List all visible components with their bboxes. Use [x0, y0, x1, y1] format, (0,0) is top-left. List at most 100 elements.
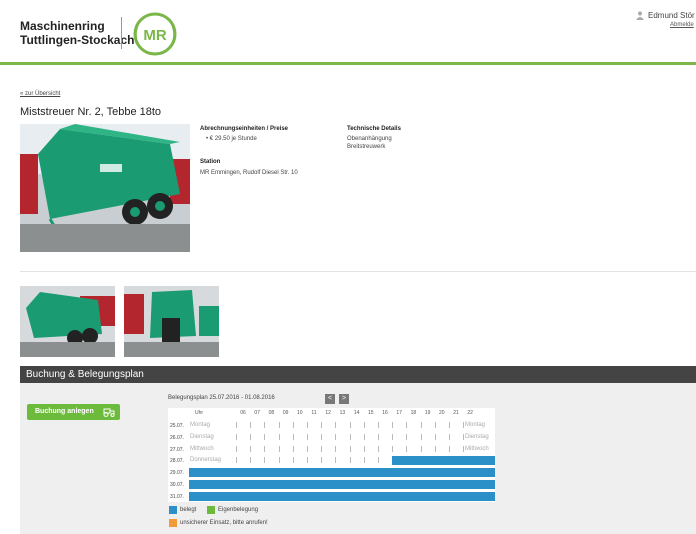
hour-tick — [434, 433, 436, 440]
hour-tick — [434, 445, 436, 452]
hour-label: 22 — [467, 410, 473, 416]
booked-block[interactable] — [189, 468, 495, 478]
calendar-row[interactable]: 27.07. Mittwoch Mittwoch — [168, 444, 495, 454]
calendar-row[interactable]: 26.07. Dienstag Dienstag — [168, 432, 495, 442]
brand-line-1: Maschinenring — [20, 19, 105, 33]
header: Maschinenring Tuttlingen-Stockach MR Edm… — [0, 0, 696, 64]
row-date: 25.07. — [170, 423, 184, 429]
row-weekday: Donnerstag — [190, 457, 222, 464]
hour-tick — [349, 433, 351, 440]
hour-tick — [278, 457, 280, 464]
tech-detail-2: Breitstreuwerk — [347, 144, 386, 150]
row-weekday-right: Montag — [465, 422, 486, 428]
hour-label: 17 — [396, 410, 402, 416]
hour-tick — [307, 457, 308, 464]
calendar-row[interactable]: 30.07. — [168, 479, 495, 489]
hour-tick — [349, 445, 351, 452]
hour-tick — [236, 422, 237, 428]
hour-tick — [335, 422, 337, 428]
hour-tick — [392, 445, 394, 452]
hour-tick — [321, 445, 323, 452]
hour-tick — [335, 445, 337, 452]
row-date: 26.07. — [170, 434, 184, 441]
hour-tick — [406, 433, 408, 440]
user-name[interactable]: Edmund Stör — [648, 11, 695, 20]
legend-booked: belegt — [180, 507, 197, 513]
hour-tick — [292, 445, 294, 452]
row-date: 28.07. — [170, 458, 184, 465]
hour-tick — [449, 445, 450, 452]
page-title: Miststreuer Nr. 2, Tebbe 18to — [20, 106, 162, 118]
tech-detail-1: Obenanhängung — [347, 136, 392, 142]
hour-label: 08 — [268, 410, 275, 416]
hour-tick — [406, 445, 408, 452]
hour-tick — [292, 457, 294, 464]
hour-tick — [463, 433, 465, 440]
hour-tick — [292, 433, 294, 440]
hour-tick — [321, 433, 323, 440]
booked-block[interactable] — [189, 480, 495, 489]
hour-tick — [392, 433, 394, 440]
station-address: MR Emmingen, Rudolf Diesel Str. 10 — [200, 170, 298, 176]
calendar-row[interactable]: 28.07. Donnerstag — [168, 455, 495, 466]
hour-label: 15 — [368, 410, 374, 416]
legend-own: Eigenbelegung — [218, 507, 259, 513]
hour-tick — [264, 422, 266, 428]
row-weekday-right: Dienstag — [465, 433, 489, 440]
hour-tick — [321, 457, 323, 464]
row-date: 31.07. — [170, 493, 184, 500]
calendar-row[interactable]: 31.07. — [168, 491, 495, 501]
row-weekday: Mittwoch — [190, 445, 214, 452]
price-item: • € 29.50 je Stunde — [206, 136, 257, 142]
thumbnail-2[interactable] — [124, 286, 219, 357]
hour-tick — [363, 422, 365, 428]
calendar-row[interactable]: 29.07. — [168, 467, 495, 478]
booked-block[interactable] — [392, 456, 495, 466]
header-accent-line — [0, 62, 696, 65]
hour-tick — [250, 422, 252, 428]
hour-label: 18 — [410, 410, 417, 416]
brand-line-2: Tuttlingen-Stockach — [20, 33, 135, 47]
hour-tick — [236, 445, 237, 452]
hour-tick — [406, 422, 408, 428]
next-week-button[interactable]: > — [339, 394, 349, 404]
hour-tick — [250, 433, 252, 440]
hour-tick — [349, 422, 351, 428]
hour-tick — [420, 445, 422, 452]
mr-logo-icon[interactable]: MR — [129, 10, 181, 58]
hours-label: Uhr — [195, 410, 204, 416]
hour-label: 20 — [439, 410, 445, 416]
calendar-row[interactable]: 25.07. Montag Montag — [168, 420, 495, 430]
thumbnail-1[interactable] — [20, 286, 115, 357]
hour-tick — [335, 457, 337, 464]
brand-name[interactable]: Maschinenring Tuttlingen-Stockach — [20, 19, 134, 47]
hour-tick — [463, 445, 465, 452]
back-to-overview-link[interactable]: « zur Übersicht — [20, 91, 60, 97]
prev-week-button[interactable]: < — [325, 394, 335, 404]
station-heading: Station — [200, 159, 221, 165]
row-weekday: Montag — [190, 422, 211, 428]
row-weekday-right: Mittwoch — [465, 445, 489, 452]
calendar-header: Uhr 06 07 08 09 10 11 12 13 14 15 16 17 18 19 20 21 22 — [168, 408, 495, 418]
logo-divider — [121, 17, 122, 49]
legend-booked-swatch — [169, 506, 177, 514]
occupancy-calendar: Uhr 06 07 08 09 10 11 12 13 14 15 16 17 18 19 20 21 22 2… — [168, 408, 495, 502]
hour-tick — [420, 422, 422, 428]
hour-label: 11 — [311, 410, 317, 416]
logout-link[interactable]: Abmelde — [670, 22, 694, 28]
machine-photo[interactable] — [20, 124, 190, 252]
legend-uncertain: unsicherer Einsatz, bitte anrufen! — [180, 520, 268, 526]
row-weekday: Dienstag — [190, 433, 214, 440]
user-icon — [636, 11, 644, 20]
row-date: 27.07. — [170, 446, 184, 453]
occupancy-plan-title: Belegungsplan 25.07.2016 - 01.08.2016 — [168, 395, 275, 401]
hour-tick — [250, 445, 252, 452]
booked-block[interactable] — [189, 491, 495, 501]
create-booking-label: Buchung anlegen — [35, 408, 94, 415]
hour-label: 09 — [282, 410, 289, 416]
hour-tick — [307, 433, 308, 440]
hour-tick — [378, 445, 379, 452]
hour-tick — [420, 433, 422, 440]
create-booking-button[interactable]: Buchung anlegen — [27, 404, 120, 420]
hour-label: 19 — [424, 410, 431, 416]
